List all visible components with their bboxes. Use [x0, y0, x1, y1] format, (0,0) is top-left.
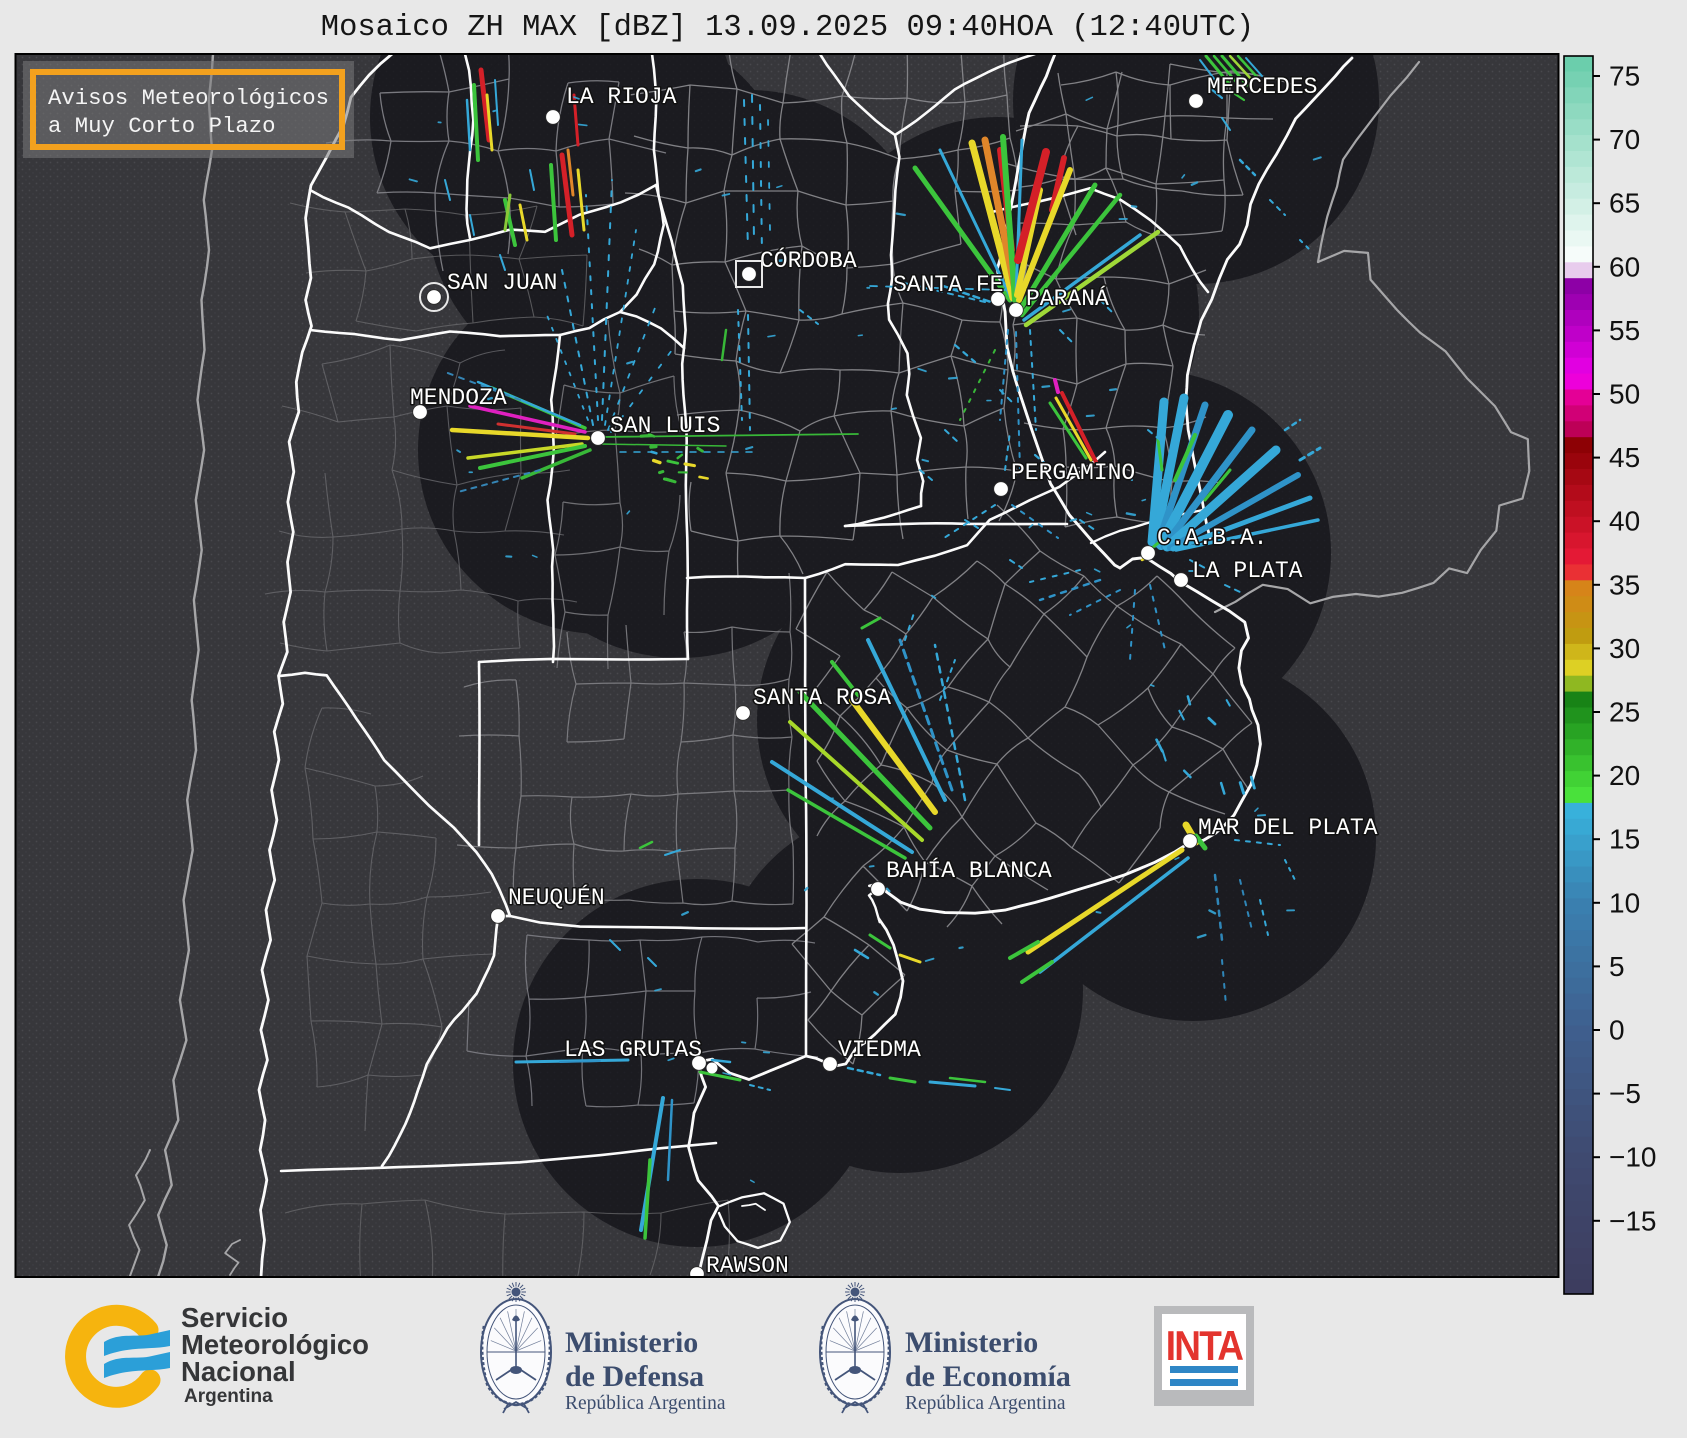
svg-text:Ministerio: Ministerio — [565, 1326, 698, 1359]
svg-text:de Defensa: de Defensa — [565, 1360, 704, 1393]
svg-text:Argentina: Argentina — [184, 1386, 273, 1407]
svg-text:de Economía: de Economía — [905, 1360, 1071, 1393]
svg-text:Ministerio: Ministerio — [905, 1326, 1038, 1359]
svg-text:Nacional: Nacional — [181, 1356, 296, 1387]
svg-text:República Argentina: República Argentina — [905, 1393, 1066, 1414]
svg-text:INTA: INTA — [1166, 1323, 1244, 1370]
svg-text:República Argentina: República Argentina — [565, 1393, 726, 1414]
